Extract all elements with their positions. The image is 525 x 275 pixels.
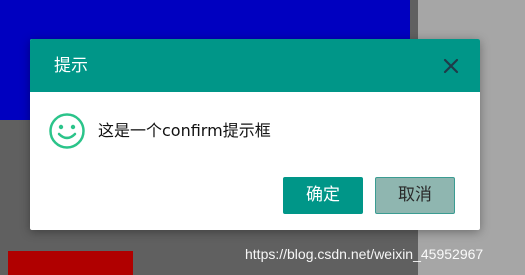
background-red-panel — [8, 251, 133, 275]
dialog-header: 提示 — [30, 39, 480, 92]
dialog-title: 提示 — [54, 56, 88, 76]
watermark-text: https://blog.csdn.net/weixin_45952967 — [245, 246, 484, 262]
confirm-dialog: 提示 这是一个confirm提示框 确定 取消 — [30, 39, 480, 230]
confirm-button[interactable]: 确定 — [283, 177, 363, 214]
dialog-message: 这是一个confirm提示框 — [98, 121, 271, 140]
smile-icon — [48, 112, 86, 150]
close-icon[interactable] — [440, 55, 462, 77]
cancel-button[interactable]: 取消 — [375, 177, 455, 214]
